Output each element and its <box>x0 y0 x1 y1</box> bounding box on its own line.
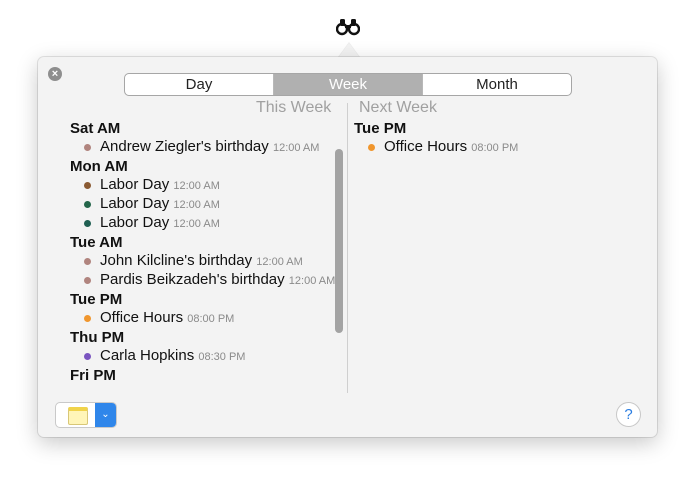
notes-icon <box>68 407 88 425</box>
event-time: 08:30 PM <box>198 351 246 363</box>
calendar-color-dot <box>84 201 91 208</box>
open-app-button[interactable]: ⌄ <box>55 402 117 428</box>
event-item[interactable]: Labor Day 12:00 AM <box>70 214 338 233</box>
calendar-color-dot <box>84 220 91 227</box>
chevron-down-icon[interactable]: ⌄ <box>95 403 116 427</box>
day-heading: Sat AM <box>70 120 121 137</box>
event-time: 12:00 AM <box>288 275 336 287</box>
event-item[interactable]: Labor Day 12:00 AM <box>70 176 338 195</box>
day-heading: Fri PM <box>70 367 116 384</box>
next-week-list[interactable]: Tue PM Office Hours 08:00 PM <box>354 119 644 385</box>
next-week-header: Next Week <box>359 99 437 116</box>
day-heading: Mon AM <box>70 158 128 175</box>
event-item[interactable]: Office Hours 08:00 PM <box>354 138 644 157</box>
event-title: John Kilcline's birthday <box>100 252 257 269</box>
event-title: Labor Day <box>100 195 174 212</box>
event-time: 12:00 AM <box>256 256 303 268</box>
calendar-color-dot <box>84 353 91 360</box>
event-item[interactable]: Office Hours 08:00 PM <box>70 309 338 328</box>
close-icon[interactable]: × <box>48 67 62 81</box>
scrollbar[interactable] <box>335 149 343 333</box>
event-item[interactable]: Labor Day 12:00 AM <box>70 195 338 214</box>
event-title: Labor Day <box>100 176 174 193</box>
calendar-color-dot <box>368 144 375 151</box>
event-item[interactable]: Carla Hopkins 08:30 PM <box>70 347 338 366</box>
event-time: 08:00 PM <box>471 142 519 154</box>
calendar-color-dot <box>84 182 91 189</box>
event-time: 12:00 AM <box>173 218 220 230</box>
day-heading: Tue AM <box>70 234 123 251</box>
tab-month[interactable]: Month <box>423 74 571 95</box>
calendar-popover: × Day Week Month This Week Next Week Sat… <box>38 57 657 437</box>
popover-arrow <box>338 43 360 58</box>
calendar-color-dot <box>84 277 91 284</box>
event-time: 12:00 AM <box>272 142 320 154</box>
event-item[interactable]: John Kilcline's birthday 12:00 AM <box>70 252 338 271</box>
event-item[interactable]: Andrew Ziegler's birthday 12:00 AM <box>70 138 338 157</box>
day-heading: Tue PM <box>70 291 123 308</box>
event-title: Labor Day <box>100 214 174 231</box>
event-time: 08:00 PM <box>187 313 235 325</box>
this-week-header: This Week <box>256 99 332 116</box>
help-button[interactable]: ? <box>616 402 641 427</box>
event-title: Pardis Beikzadeh's birthday <box>100 271 289 288</box>
calendar-color-dot <box>84 315 91 322</box>
event-time: 12:00 AM <box>173 180 220 192</box>
view-switcher: Day Week Month <box>124 73 572 96</box>
day-heading: Tue PM <box>354 120 407 137</box>
event-item[interactable]: Pardis Beikzadeh's birthday 12:00 AM <box>70 271 338 290</box>
binoculars-icon[interactable] <box>336 16 360 36</box>
event-title: Andrew Ziegler's birthday <box>100 138 273 155</box>
event-title: Carla Hopkins <box>100 347 199 364</box>
calendar-color-dot <box>84 144 91 151</box>
column-divider <box>347 103 348 393</box>
tab-week[interactable]: Week <box>274 74 423 95</box>
tab-day[interactable]: Day <box>125 74 274 95</box>
day-heading: Thu PM <box>70 329 125 346</box>
event-title: Office Hours <box>384 138 472 155</box>
event-time: 12:00 AM <box>173 199 220 211</box>
this-week-list[interactable]: Sat AM Andrew Ziegler's birthday 12:00 AM… <box>70 119 338 385</box>
event-title: Office Hours <box>100 309 188 326</box>
calendar-color-dot <box>84 258 91 265</box>
